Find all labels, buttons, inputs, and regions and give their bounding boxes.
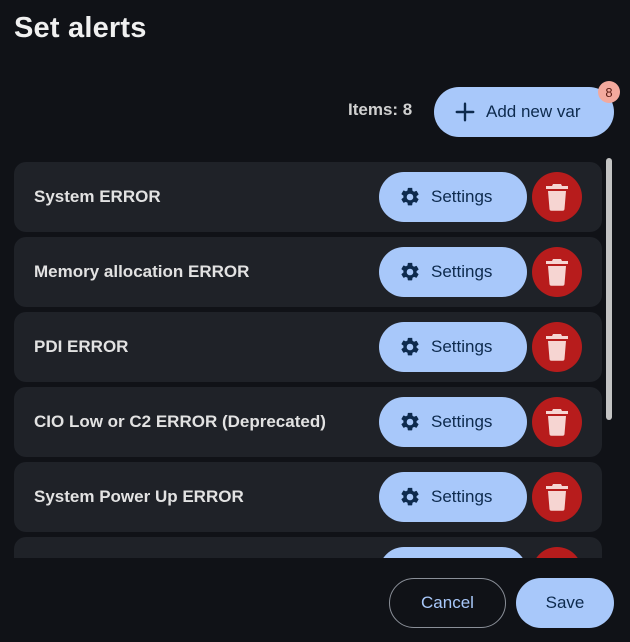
alerts-list[interactable]: System ERROR Settings Memory allocation … xyxy=(14,162,602,558)
alert-row: System Power Up ERROR Settings xyxy=(14,462,602,532)
count-badge: 8 xyxy=(598,81,620,103)
dialog-title: Set alerts xyxy=(14,12,147,44)
alert-row xyxy=(14,537,602,558)
alert-name: System Power Up ERROR xyxy=(34,487,244,506)
trash-icon xyxy=(546,334,568,361)
settings-button[interactable]: Settings xyxy=(379,322,527,372)
gear-icon xyxy=(401,487,419,506)
gear-icon xyxy=(401,337,419,356)
trash-icon xyxy=(546,484,568,511)
settings-button[interactable] xyxy=(379,547,527,558)
settings-label: Settings xyxy=(431,412,493,431)
settings-button[interactable]: Settings xyxy=(379,472,527,522)
trash-icon xyxy=(546,409,568,436)
alert-row: PDI ERROR Settings xyxy=(14,312,602,382)
alert-row: System ERROR Settings xyxy=(14,162,602,232)
settings-button[interactable]: Settings xyxy=(379,172,527,222)
delete-button[interactable] xyxy=(532,247,582,297)
alert-row: Memory allocation ERROR Settings xyxy=(14,237,602,307)
plus-icon xyxy=(455,102,475,122)
alert-row: CIO Low or C2 ERROR (Deprecated) Setting… xyxy=(14,387,602,457)
delete-button[interactable] xyxy=(532,172,582,222)
alert-name: System ERROR xyxy=(34,187,161,206)
save-button[interactable]: Save xyxy=(516,578,614,628)
alert-name: Memory allocation ERROR xyxy=(34,262,250,281)
alert-name: PDI ERROR xyxy=(34,337,129,356)
trash-icon xyxy=(546,184,568,211)
settings-label: Settings xyxy=(431,337,493,356)
delete-button[interactable] xyxy=(532,397,582,447)
items-count: Items: 8 xyxy=(348,100,413,119)
settings-button[interactable]: Settings xyxy=(379,247,527,297)
delete-button[interactable] xyxy=(532,472,582,522)
settings-label: Settings xyxy=(431,487,493,506)
trash-icon xyxy=(546,259,568,286)
gear-icon xyxy=(401,187,419,206)
set-alerts-dialog: Set alerts Items: 8 Add new var 8 System… xyxy=(0,0,630,642)
settings-label: Settings xyxy=(431,262,493,281)
add-new-var-button[interactable]: Add new var xyxy=(434,87,614,137)
alert-name: CIO Low or C2 ERROR (Deprecated) xyxy=(34,412,326,431)
gear-icon xyxy=(401,262,419,281)
add-new-var-label: Add new var xyxy=(486,102,581,121)
delete-button[interactable] xyxy=(532,322,582,372)
gear-icon xyxy=(401,412,419,431)
cancel-button[interactable]: Cancel xyxy=(389,578,506,628)
list-scrollbar[interactable] xyxy=(606,158,612,420)
settings-label: Settings xyxy=(431,187,493,206)
delete-button[interactable] xyxy=(532,547,582,558)
settings-button[interactable]: Settings xyxy=(379,397,527,447)
